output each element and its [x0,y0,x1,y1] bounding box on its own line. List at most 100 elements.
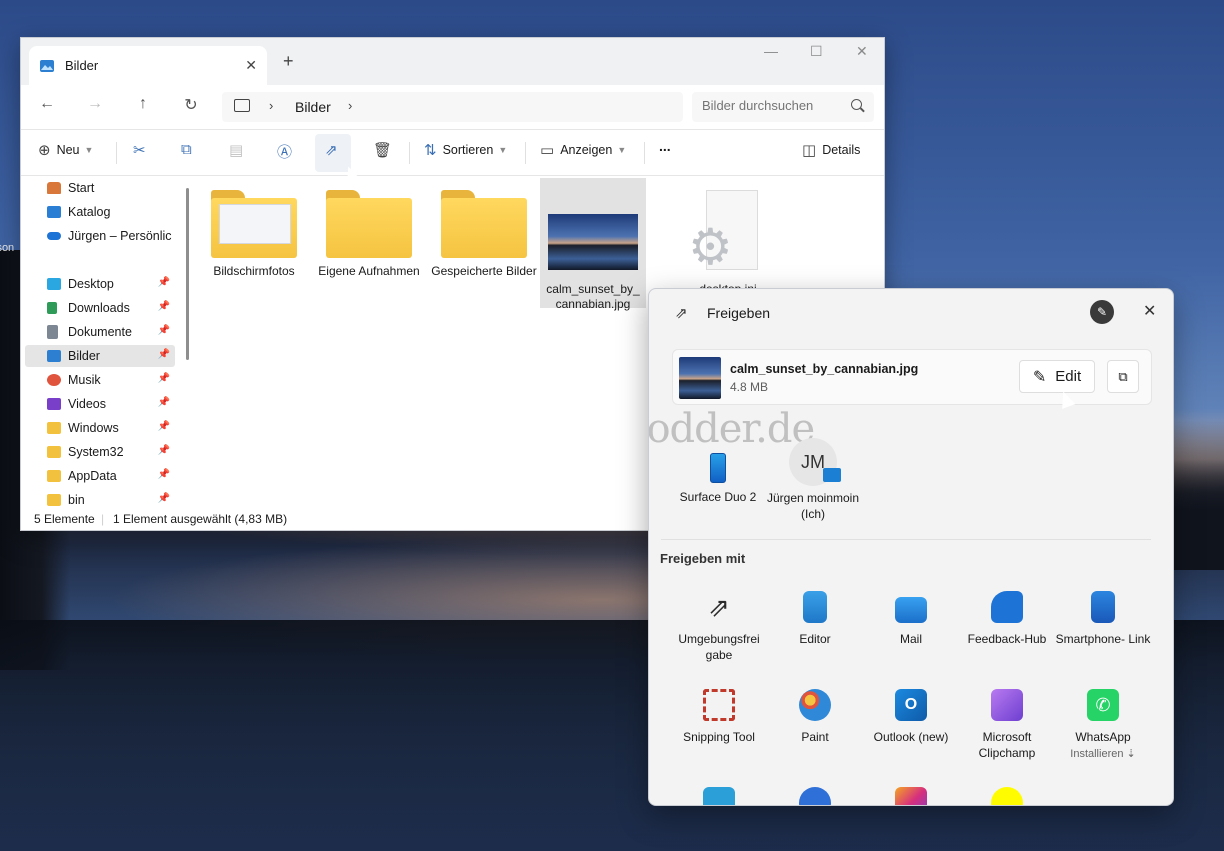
sidebar-item-label: System32 [68,445,124,459]
gallery-icon [47,206,61,218]
app-mail[interactable]: Mail [863,591,959,647]
app-telegram[interactable] [671,787,767,805]
copy-button[interactable]: ⧉ [1107,360,1139,393]
breadcrumb-item-bilder[interactable]: Bilder [295,99,331,115]
file-item-label: Eigene Aufnahmen [318,264,420,278]
sidebar-item-desktop[interactable]: Desktop 📌 [25,273,175,295]
details-button[interactable]: ◫ Details [802,141,860,159]
pin-icon[interactable]: 📌 [158,469,170,480]
copy-icon: ⧉ [181,141,192,158]
share-button[interactable]: ⇗ [325,141,344,159]
refresh-button[interactable]: ↻ [179,95,203,115]
chevron-down-icon: ▼ [498,145,508,155]
view-button[interactable]: ▭ Anzeigen ▼ [540,141,626,159]
new-button[interactable]: ⊕ Neu ▼ [38,141,93,159]
app-feedback-hub[interactable]: Feedback-Hub [959,591,1055,647]
app-snapchat[interactable] [959,787,1055,805]
this-pc-icon[interactable] [234,99,250,112]
snapchat-icon [991,787,1023,805]
app-label: Umgebungsfrei gabe [678,632,760,662]
file-item-desktop-ini[interactable]: ⚙ desktop.ini [675,184,781,296]
app-clipchamp[interactable]: Microsoft Clipchamp [959,689,1055,761]
contact-surface-duo[interactable]: Surface Duo 2 [668,453,768,505]
file-item-label: calm_sunset_by_ cannabian.jpg [546,282,640,311]
pictures-icon [40,59,54,72]
sidebar-item-videos[interactable]: Videos 📌 [25,393,175,415]
chevron-right-icon[interactable]: › [269,98,273,113]
pin-icon[interactable]: 📌 [158,325,170,336]
install-label[interactable]: Installieren ⇣ [1070,748,1135,760]
minimize-button[interactable]: — [764,43,778,59]
sidebar-item-label: Bilder [68,349,100,363]
documents-icon [47,325,58,339]
app-instagram[interactable] [863,787,959,805]
tab-bilder[interactable]: Bilder ✕ [29,46,267,85]
back-button[interactable]: ← [35,95,59,113]
sidebar-item-dokumente[interactable]: Dokumente 📌 [25,321,175,343]
navigation-scrollbar[interactable] [186,188,189,360]
search-box[interactable] [692,92,874,122]
close-tab-icon[interactable]: ✕ [245,57,257,74]
app-phone-link[interactable]: Smartphone- Link [1055,591,1151,647]
app-snipping-tool[interactable]: Snipping Tool [671,689,767,745]
pin-icon[interactable]: 📌 [158,397,170,408]
pin-icon[interactable]: 📌 [158,373,170,384]
sort-icon: ⇅ [424,142,437,159]
more-options-button[interactable]: ... [659,138,671,154]
shared-file-size: 4.8 MB [730,380,769,394]
contact-juergen[interactable]: JM Jürgen moinmoin (Ich) [763,438,863,522]
app-paint[interactable]: Paint [767,689,863,745]
maximize-button[interactable]: ☐ [810,43,823,60]
chevron-right-icon[interactable]: › [348,98,352,113]
app-whatsapp[interactable]: ✆ WhatsApp Installieren ⇣ [1055,689,1151,762]
edit-button[interactable]: ✎ Edit [1019,360,1095,393]
desktop-icon [47,278,61,290]
file-item-bildschirmfotos[interactable]: Bildschirmfotos [201,176,307,306]
sidebar-item-windows[interactable]: Windows 📌 [25,417,175,439]
rename-button[interactable]: Ⓐ [277,141,298,162]
sidebar-item-katalog[interactable]: Katalog [25,201,175,223]
toolbar-separator [644,142,645,164]
copy-button[interactable]: ⧉ [181,141,198,158]
chevron-down-icon: ▼ [617,145,627,155]
paste-button[interactable]: ▤ [229,141,249,159]
address-bar: ← → ↑ ↻ › Bilder › [21,85,884,130]
delete-button[interactable]: 🗑 [373,141,398,159]
brush-icon[interactable]: ✎ [1090,300,1114,324]
tab-title: Bilder [65,58,99,73]
pin-icon[interactable]: 📌 [158,493,170,504]
app-outlook[interactable]: O Outlook (new) [863,689,959,745]
pin-icon[interactable]: 📌 [158,277,170,288]
file-item-gespeicherte-bilder[interactable]: Gespeicherte Bilder [431,176,537,306]
app-unknown[interactable] [767,787,863,805]
pin-icon[interactable]: 📌 [158,421,170,432]
details-button-label: Details [822,143,861,157]
new-tab-button[interactable]: + [283,51,294,72]
file-item-eigene-aufnahmen[interactable]: Eigene Aufnahmen [316,176,422,306]
pin-icon[interactable]: 📌 [158,445,170,456]
cut-button[interactable]: ✂ [133,141,152,159]
file-item-label: Bildschirmfotos [213,264,295,278]
file-item-calm-sunset[interactable]: calm_sunset_by_ cannabian.jpg [540,178,646,311]
sort-button[interactable]: ⇅ Sortieren ▼ [424,141,507,159]
forward-button[interactable]: → [83,95,107,113]
sidebar-item-appdata[interactable]: AppData 📌 [25,465,175,487]
pin-icon[interactable]: 📌 [158,301,170,312]
share-title: Freigeben [707,305,771,321]
app-editor[interactable]: Editor [767,591,863,647]
pin-icon[interactable]: 📌 [158,349,170,360]
sidebar-item-start[interactable]: Start [25,177,175,199]
sidebar-item-onedrive[interactable]: Jürgen – Persönlic [25,225,179,247]
sidebar-item-bilder[interactable]: Bilder 📌 [25,345,175,367]
close-window-button[interactable]: ✕ [856,43,868,60]
app-label: Outlook (new) [873,730,949,744]
app-nearby-share[interactable]: ⇗ Umgebungsfrei gabe [671,591,767,663]
sidebar-item-system32[interactable]: System32 📌 [25,441,175,463]
sidebar-item-downloads[interactable]: Downloads 📌 [25,297,175,319]
view-icon: ▭ [540,142,555,159]
breadcrumb[interactable]: › Bilder › [222,92,683,122]
up-button[interactable]: ↑ [131,95,155,113]
close-icon[interactable]: ✕ [1143,301,1156,321]
sidebar-item-musik[interactable]: Musik 📌 [25,369,175,391]
search-input[interactable] [702,98,842,113]
